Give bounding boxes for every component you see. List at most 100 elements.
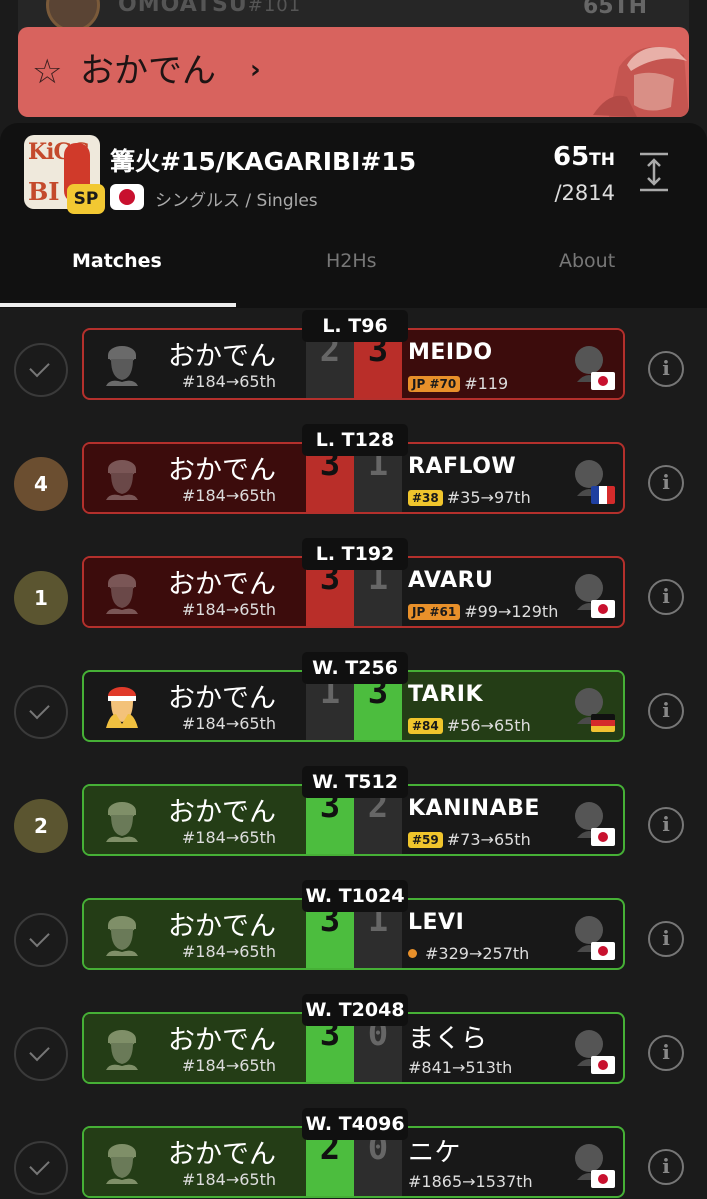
opponent-info: #329→257th <box>408 944 529 963</box>
player-side: おかでん #184→65th <box>84 1014 306 1082</box>
info-icon[interactable]: i <box>648 579 684 615</box>
tab-matches[interactable]: Matches <box>72 250 162 272</box>
character-art <box>593 46 689 117</box>
player-seed: #184→65th <box>181 1056 276 1075</box>
opponent-seed: #99→129th <box>464 602 559 621</box>
round-label: W. T2048 <box>302 994 408 1026</box>
player-seed: #184→65th <box>181 828 276 847</box>
logo-text-bottom: BI <box>28 177 60 206</box>
check-icon <box>14 343 68 397</box>
round-label: L. T128 <box>302 424 408 456</box>
match-row: L. T96 おかでん #184→65th 2 3 MEIDO JP #70 #119 i <box>0 310 707 434</box>
opponent-name: KANINABE <box>408 796 540 821</box>
active-tab-indicator <box>0 303 236 307</box>
sp-badge: SP <box>67 184 105 214</box>
country-flag-icon <box>591 942 615 960</box>
player-name: おかでん <box>168 1025 276 1056</box>
opponent-name: MEIDO <box>408 340 493 365</box>
player-seed: #184→65th <box>181 372 276 391</box>
player-name: おかでん <box>168 797 276 828</box>
player-seed: #184→65th <box>181 942 276 961</box>
match-status-indicator: 4 <box>14 457 68 511</box>
info-icon[interactable]: i <box>648 921 684 957</box>
player-name: おかでん <box>168 569 276 600</box>
info-icon[interactable]: i <box>648 807 684 843</box>
player-seed: #184→65th <box>181 600 276 619</box>
entrant-count: /2814 <box>554 181 615 205</box>
opponent-seed: #119 <box>464 374 509 393</box>
match-status-indicator: 2 <box>14 799 68 853</box>
player-avatar <box>102 570 142 614</box>
player-name: おかでん <box>80 51 216 91</box>
opponent-seed: #56→65th <box>446 716 531 735</box>
player-name: おかでん <box>168 1139 276 1170</box>
player-side: おかでん #184→65th <box>84 672 306 740</box>
page: { "peek": {"name": "OMOATSU", "suffix": … <box>0 0 707 1199</box>
player-avatar <box>102 798 142 842</box>
opponent-seed: #329→257th <box>425 944 530 963</box>
opponent-info: #841→513th <box>408 1058 512 1077</box>
previous-player-name: OMOATSU#101 <box>118 0 302 17</box>
placement: 65TH <box>552 142 615 172</box>
opponent-info: #1865→1537th <box>408 1172 533 1191</box>
player-name: おかでん <box>168 341 276 372</box>
player-side: おかでん #184→65th <box>84 1128 306 1196</box>
opponent-seed: #841→513th <box>408 1058 513 1077</box>
match-row: W. T256 おかでん #184→65th 1 3 TARIK #84 #56→65th i <box>0 652 707 776</box>
player-avatar <box>102 342 142 386</box>
player-seed: #184→65th <box>181 1170 276 1189</box>
player-avatar <box>102 1026 142 1070</box>
country-flag-icon <box>591 1170 615 1188</box>
round-label: W. T512 <box>302 766 408 798</box>
opponent-name: LEVI <box>408 910 465 935</box>
expand-icon[interactable] <box>639 152 669 192</box>
player-side: おかでん #184→65th <box>84 786 306 854</box>
player-side: おかでん #184→65th <box>84 900 306 968</box>
seed-badge: #59 <box>408 832 443 848</box>
tab-about[interactable]: About <box>559 250 615 272</box>
seed-badge: JP #70 <box>408 376 461 392</box>
info-icon[interactable]: i <box>648 1035 684 1071</box>
opponent-seed: #35→97th <box>446 488 531 507</box>
match-row: W. T4096 おかでん #184→65th 2 0 ニケ #1865→1537th i <box>0 1108 707 1199</box>
star-icon[interactable]: ☆ <box>32 53 62 91</box>
opponent-info: #38 #35→97th <box>408 488 531 507</box>
player-side: おかでん #184→65th <box>84 558 306 626</box>
player-avatar <box>102 456 142 500</box>
player-name: おかでん <box>168 911 276 942</box>
opponent-name: AVARU <box>408 568 494 593</box>
info-icon[interactable]: i <box>648 465 684 501</box>
opponent-info: JP #61 #99→129th <box>408 602 558 621</box>
opponent-name: ニケ <box>408 1138 462 1168</box>
player-avatar <box>102 1140 142 1184</box>
tab-h2hs[interactable]: H2Hs <box>326 250 377 272</box>
opponent-info: JP #70 #119 <box>408 374 508 393</box>
match-row: W. T1024 おかでん #184→65th 3 1 LEVI #329→257th i <box>0 880 707 1004</box>
player-seed: #184→65th <box>181 486 276 505</box>
player-banner[interactable]: ☆ おかでん › <box>18 27 689 117</box>
country-flag-icon <box>591 828 615 846</box>
country-flag-icon <box>591 372 615 390</box>
round-label: L. T192 <box>302 538 408 570</box>
seed-badge: #38 <box>408 490 443 506</box>
info-icon[interactable]: i <box>648 351 684 387</box>
opponent-info: #59 #73→65th <box>408 830 531 849</box>
seed-badge: JP #61 <box>408 604 461 620</box>
info-icon[interactable]: i <box>648 1149 684 1185</box>
seed-badge: #84 <box>408 718 443 734</box>
previous-rank: 65TH <box>582 0 647 19</box>
opponent-name: RAFLOW <box>408 454 517 479</box>
event-name: シングルス / Singles <box>155 191 318 211</box>
round-label: W. T256 <box>302 652 408 684</box>
match-row: 2 W. T512 おかでん #184→65th 3 2 KANINABE #59 #73→65… <box>0 766 707 890</box>
japan-flag-icon <box>110 184 144 210</box>
info-icon[interactable]: i <box>648 693 684 729</box>
player-avatar <box>102 684 142 728</box>
check-icon <box>14 685 68 739</box>
tournament-name: 篝火#15/KAGARIBI#15 <box>110 147 417 176</box>
opponent-seed: #1865→1537th <box>408 1172 533 1191</box>
player-side: おかでん #184→65th <box>84 444 306 512</box>
match-row: 1 L. T192 おかでん #184→65th 3 1 AVARU JP #61 #99→12… <box>0 538 707 662</box>
opponent-name: まくら <box>408 1024 488 1054</box>
opponent-name: TARIK <box>408 682 483 707</box>
